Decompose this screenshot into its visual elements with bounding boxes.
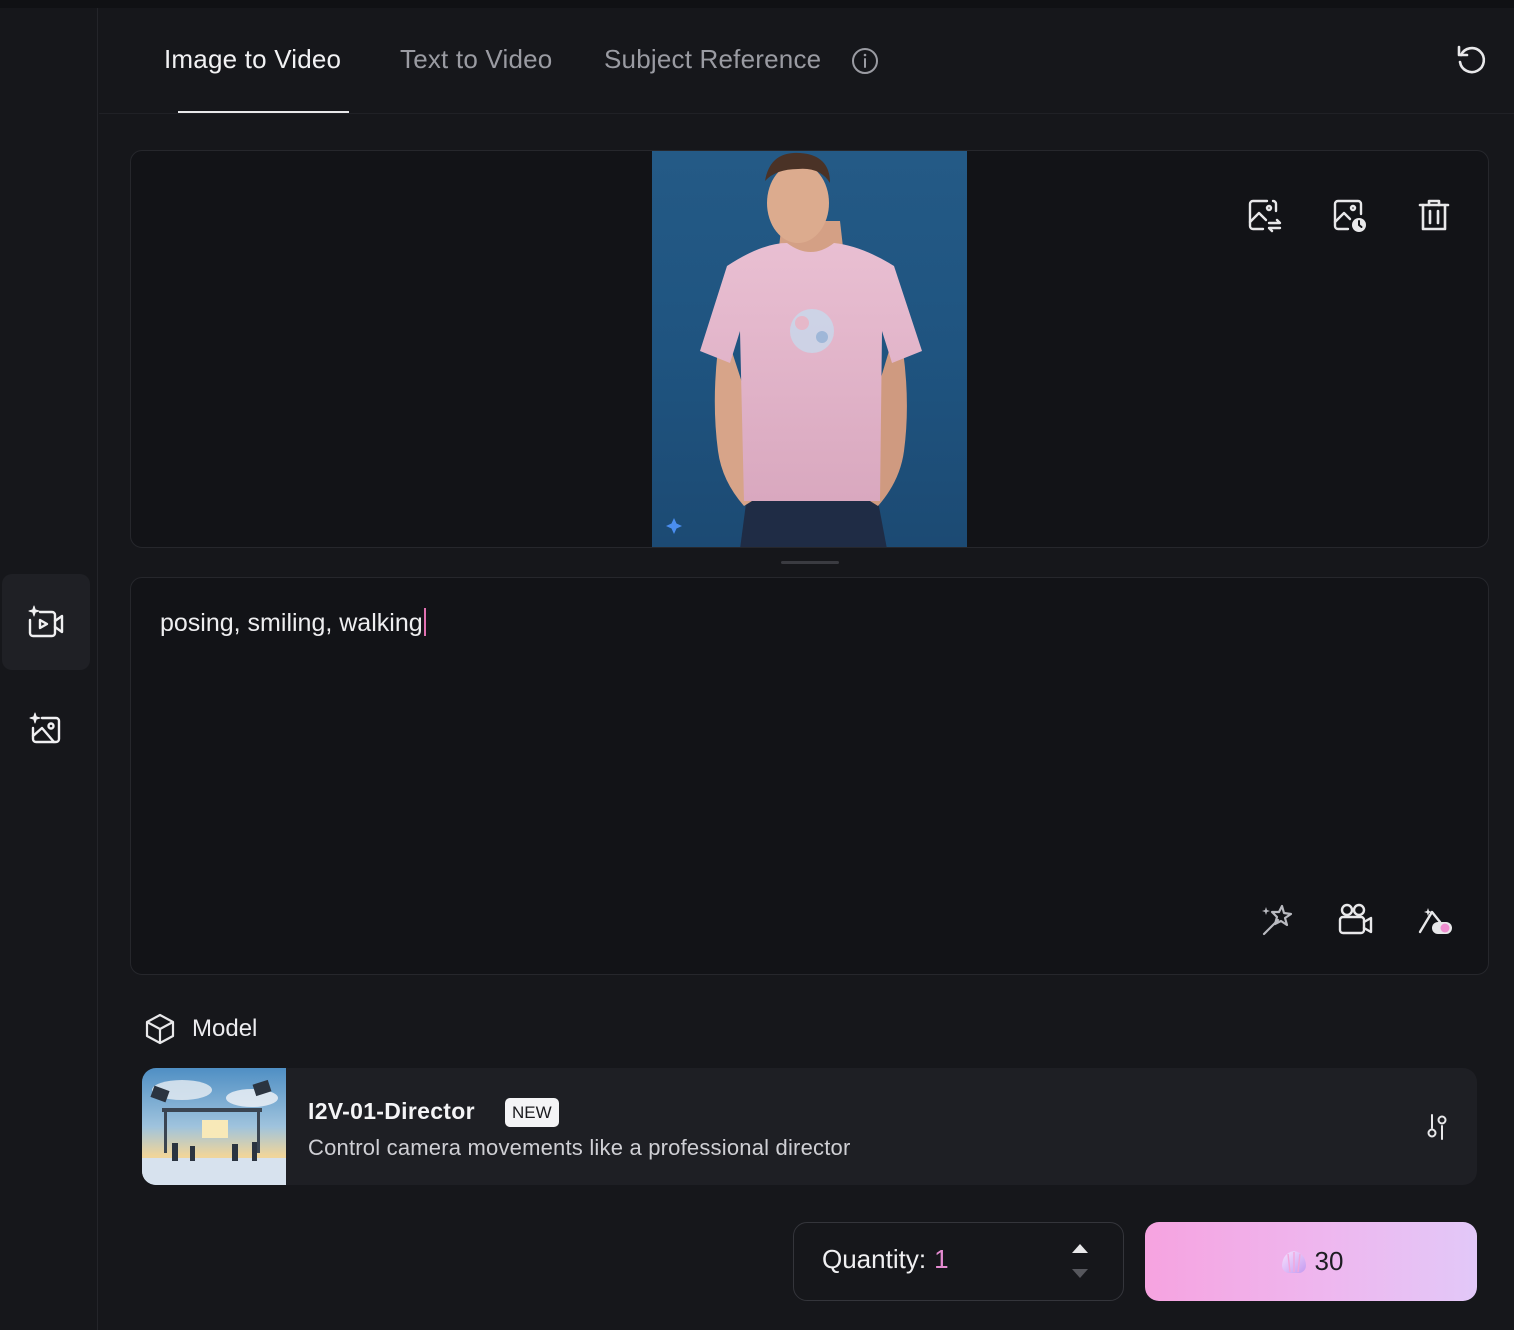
sidebar xyxy=(0,8,98,1330)
model-thumbnail xyxy=(142,1068,286,1185)
quantity-label-text: Quantity: xyxy=(822,1244,927,1274)
trash-icon[interactable] xyxy=(1415,196,1453,234)
tab-image-to-video[interactable]: Image to Video xyxy=(164,44,341,75)
model-section-label: Model xyxy=(192,1015,258,1042)
info-icon[interactable] xyxy=(851,47,879,75)
panel-resize-handle[interactable] xyxy=(781,561,839,564)
active-tab-indicator xyxy=(178,111,349,113)
quantity-value: 1 xyxy=(934,1244,949,1274)
cube-icon xyxy=(145,1013,175,1045)
generate-button[interactable]: 30 xyxy=(1145,1222,1477,1301)
replace-image-icon[interactable] xyxy=(1245,196,1283,234)
credits-cost: 30 xyxy=(1314,1246,1344,1276)
magic-enhance-icon[interactable] xyxy=(1258,900,1296,938)
shell-credits-icon xyxy=(1281,1250,1306,1273)
image-upload-panel[interactable] xyxy=(130,150,1489,548)
tab-subject-reference[interactable]: Subject Reference xyxy=(604,44,821,75)
sidebar-item-image[interactable] xyxy=(2,682,90,778)
video-sparkle-icon xyxy=(28,605,64,638)
prompt-text: posing, smiling, walking xyxy=(160,609,423,637)
reset-icon[interactable] xyxy=(1454,42,1488,76)
model-description: Control camera movements like a professi… xyxy=(308,1135,851,1160)
model-settings-icon[interactable] xyxy=(1422,1112,1452,1142)
quantity-label: Quantity: 1 xyxy=(822,1244,949,1275)
prompt-panel[interactable]: posing, smiling, walking xyxy=(130,577,1489,975)
camera-movement-icon[interactable] xyxy=(1336,900,1374,938)
image-sparkle-icon xyxy=(29,712,61,744)
image-history-icon[interactable] xyxy=(1330,196,1368,234)
uploaded-image-preview xyxy=(652,151,967,547)
tab-text-to-video[interactable]: Text to Video xyxy=(400,44,552,75)
prompt-toggle-icon[interactable] xyxy=(1416,900,1454,938)
text-caret xyxy=(423,608,426,636)
quantity-stepper[interactable]: Quantity: 1 xyxy=(793,1222,1124,1301)
mode-tabs: Image to Video Text to Video Subject Ref… xyxy=(99,8,1514,114)
model-selector-card[interactable]: I2V-01-Director NEW Control camera movem… xyxy=(142,1068,1477,1185)
prompt-input[interactable]: posing, smiling, walking xyxy=(160,608,426,638)
decrement-icon[interactable] xyxy=(1070,1267,1090,1281)
increment-icon[interactable] xyxy=(1070,1241,1090,1255)
top-strip xyxy=(0,0,1514,8)
model-section-header: Model xyxy=(143,1012,257,1046)
sidebar-item-video[interactable] xyxy=(2,574,90,670)
model-name: I2V-01-Director xyxy=(308,1098,475,1124)
new-badge: NEW xyxy=(505,1098,559,1127)
